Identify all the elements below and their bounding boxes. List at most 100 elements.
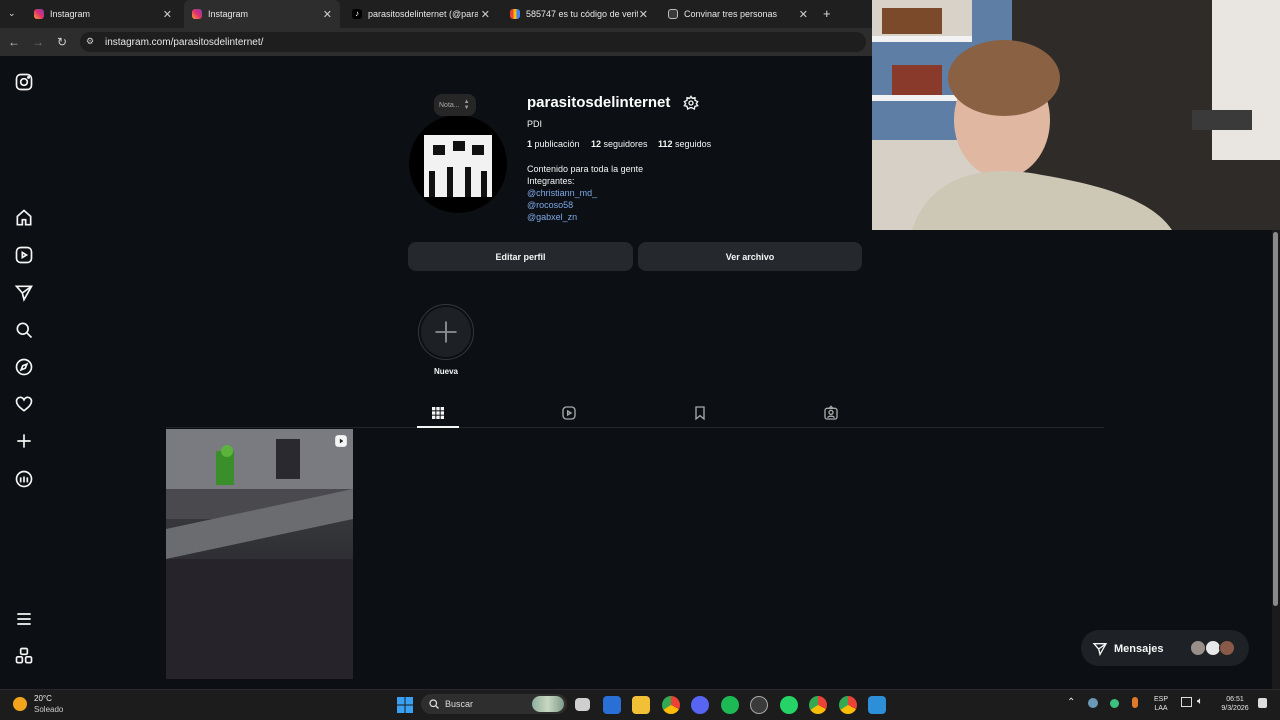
messages-icon [1092, 641, 1108, 662]
following-count[interactable]: 112 seguidos [658, 139, 711, 149]
tab-title: parasitosdelinternet (@parasito [368, 9, 478, 19]
url-text: instagram.com/parasitosdelinternet/ [105, 37, 264, 48]
close-tab-icon[interactable]: ✕ [323, 8, 332, 21]
weather-desc: Soleado [34, 705, 64, 714]
active-tab-indicator [417, 426, 459, 428]
back-icon[interactable]: ← [6, 34, 22, 50]
search-highlight-image [532, 696, 564, 712]
search-icon[interactable] [14, 320, 34, 340]
gmail-icon [510, 9, 520, 19]
close-tab-icon[interactable]: ✕ [799, 8, 808, 21]
tray-status-icon[interactable] [1110, 699, 1119, 708]
new-highlight-label: Nueva [433, 367, 458, 376]
reels-tab-icon[interactable] [561, 405, 577, 421]
volume-icon[interactable]: 🔈︎ [1197, 697, 1203, 707]
bio-line: Integrantes: [527, 176, 575, 186]
tab-title: 585747 es tu código de verifica [526, 9, 638, 19]
chrome-profile-icon[interactable] [809, 696, 827, 714]
weather-sun-icon[interactable] [13, 697, 27, 711]
new-highlight-button[interactable] [418, 304, 474, 360]
conversation-avatar [1219, 640, 1235, 656]
conversation-avatar [1190, 640, 1206, 656]
mention-link[interactable]: @rocoso58 [527, 200, 573, 210]
posts-grid-icon[interactable] [430, 405, 446, 421]
messages-label: Mensajes [1114, 643, 1164, 655]
search-label: Buscar [445, 699, 474, 709]
home-icon[interactable] [14, 208, 34, 228]
photos-app-icon[interactable] [868, 696, 886, 714]
edit-profile-button[interactable]: Editar perfil [408, 242, 633, 271]
reload-icon[interactable]: ↻ [54, 34, 70, 50]
post-thumbnail[interactable] [166, 429, 353, 679]
note-placeholder: Nota... [439, 101, 460, 109]
task-view-icon[interactable] [575, 698, 590, 711]
forward-icon[interactable]: → [30, 34, 46, 50]
windows-start-icon[interactable] [396, 696, 414, 714]
file-explorer-icon[interactable] [632, 696, 650, 714]
whatsapp-icon[interactable] [780, 696, 798, 714]
tagged-icon[interactable] [823, 405, 839, 421]
tab-title: Convinar tres personas [684, 9, 778, 19]
show-hidden-icons[interactable]: ⌃ [1067, 698, 1075, 708]
notifications-icon[interactable] [1258, 698, 1267, 708]
close-tab-icon[interactable]: ✕ [163, 8, 172, 21]
close-tab-icon[interactable]: ✕ [639, 8, 648, 21]
browser-tab-2[interactable]: Instagram ✕ [184, 0, 340, 28]
reels-icon[interactable] [14, 245, 34, 265]
microphone-icon[interactable] [1132, 697, 1138, 708]
copilot-icon [668, 9, 678, 19]
direct-messages-icon[interactable] [14, 283, 34, 303]
steam-tray-icon[interactable] [1088, 698, 1098, 708]
network-icon[interactable] [1181, 697, 1192, 707]
search-icon [428, 697, 440, 715]
profile-username: parasitosdelinternet [527, 94, 671, 111]
chrome-icon[interactable] [662, 696, 680, 714]
profile-display-name: PDI [527, 119, 543, 129]
app-icon[interactable] [750, 696, 768, 714]
plus-icon [435, 321, 457, 343]
keyboard-layout: LAA [1154, 705, 1168, 712]
profile-avatar-icon[interactable] [14, 469, 34, 489]
scrollbar-thumb[interactable] [1273, 232, 1278, 606]
create-icon[interactable] [14, 431, 34, 451]
mention-link[interactable]: @christiann_md_ [527, 188, 597, 198]
clock-date: 9/3/2026 [1221, 705, 1249, 712]
note-bubble[interactable]: Nota... ▲ ▼ [434, 94, 476, 116]
reel-indicator-icon [334, 434, 348, 448]
profile-avatar[interactable] [409, 115, 507, 213]
weather-temp: 20°C [34, 694, 52, 703]
clock-time: 06:51 [1226, 696, 1244, 703]
tab-list-button[interactable]: ⌄ [8, 8, 16, 19]
browser-tab-1[interactable]: Instagram ✕ [26, 0, 180, 28]
instagram-logo-icon[interactable] [14, 72, 34, 92]
instagram-icon [34, 9, 44, 19]
discord-icon[interactable] [691, 696, 709, 714]
view-archive-button[interactable]: Ver archivo [638, 242, 862, 271]
tab-title: Instagram [50, 9, 91, 19]
more-menu-icon[interactable] [14, 609, 34, 629]
mention-link[interactable]: @gabxel_zn [527, 212, 577, 222]
browser-tab-4[interactable]: 585747 es tu código de verifica ✕ [502, 0, 656, 28]
microsoft-store-icon[interactable] [603, 696, 621, 714]
note-sort-icon: ▲ ▼ [463, 99, 470, 111]
also-from-meta-icon[interactable] [14, 646, 34, 666]
explore-icon[interactable] [14, 357, 34, 377]
chrome-profile-icon[interactable] [839, 696, 857, 714]
saved-bookmark-icon[interactable] [692, 405, 708, 421]
followers-count[interactable]: 12 seguidores [591, 139, 648, 149]
spotify-icon[interactable] [721, 696, 739, 714]
profile-tabs-divider [166, 427, 1104, 428]
settings-gear-icon[interactable] [683, 95, 699, 111]
bio-line: Contenido para toda la gente [527, 164, 644, 174]
close-tab-icon[interactable]: ✕ [481, 8, 490, 21]
posts-count: 1 publicación [527, 139, 580, 149]
browser-tab-5[interactable]: Convinar tres personas ✕ [660, 0, 816, 28]
browser-tab-3[interactable]: ♪ parasitosdelinternet (@parasito ✕ [344, 0, 498, 28]
new-tab-button[interactable]: + [823, 6, 831, 21]
language-indicator[interactable]: ESP LAA [1150, 695, 1172, 713]
clock[interactable]: 06:51 9/3/2026 [1214, 695, 1256, 713]
notifications-heart-icon[interactable] [14, 394, 34, 414]
site-info-icon[interactable]: ⚙ [86, 36, 94, 47]
language-code: ESP [1153, 696, 1168, 703]
webcam-overlay [872, 0, 1280, 230]
